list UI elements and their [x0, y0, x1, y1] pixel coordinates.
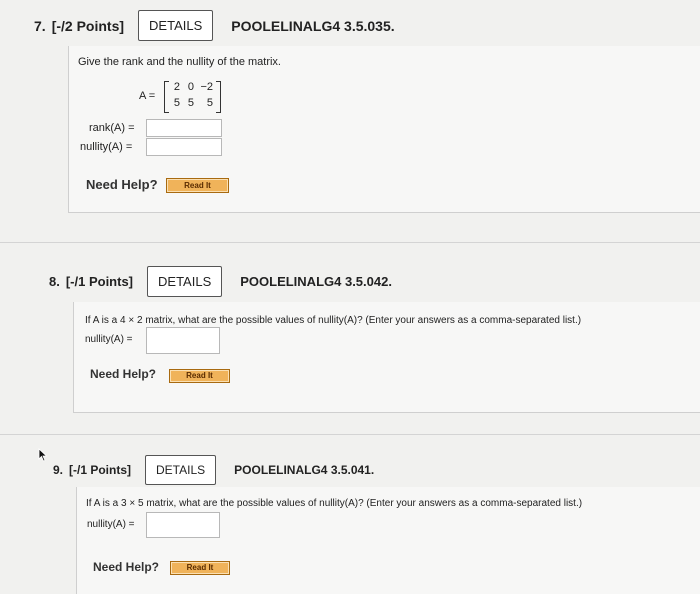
need-help-label: Need Help?: [90, 367, 157, 381]
mouse-cursor-icon: [38, 448, 48, 462]
matrix-right-bracket: [216, 81, 221, 113]
nullity-label: nullity(A) =: [85, 334, 133, 345]
matrix-cell: 5: [187, 97, 194, 109]
divider: [0, 434, 700, 435]
question-prompt: Give the rank and the nullity of the mat…: [78, 56, 281, 68]
question-prompt: If A is a 4 × 2 matrix, what are the pos…: [85, 315, 582, 326]
read-it-button[interactable]: Read It: [170, 561, 230, 575]
matrix-label: A =: [139, 90, 156, 102]
question-prompt: If A is a 3 × 5 matrix, what are the pos…: [86, 498, 583, 509]
matrix-cell: 5: [206, 97, 213, 109]
need-help-label: Need Help?: [86, 177, 158, 192]
question-code: POOLELINALG4 3.5.042.: [240, 274, 392, 289]
rank-input[interactable]: [146, 119, 222, 137]
read-it-button[interactable]: Read It: [166, 178, 229, 193]
need-help-label: Need Help?: [93, 560, 160, 574]
nullity-label: nullity(A) =: [80, 141, 133, 153]
question-points: [-/2 Points]: [51, 17, 125, 34]
question-code: POOLELINALG4 3.5.035.: [231, 17, 395, 34]
question-points: [-/1 Points]: [65, 274, 134, 289]
rank-label: rank(A) =: [89, 122, 135, 134]
nullity-label: nullity(A) =: [87, 519, 135, 530]
question-points: [-/1 Points]: [69, 463, 132, 477]
details-button[interactable]: DETAILS: [138, 10, 214, 41]
nullity-input[interactable]: [146, 327, 220, 354]
details-button[interactable]: DETAILS: [145, 455, 217, 485]
question-header: 7. [-/2 Points] DETAILS POOLELINALG4 3.5…: [34, 10, 395, 41]
divider: [0, 242, 700, 243]
question-code: POOLELINALG4 3.5.041.: [234, 463, 375, 477]
question-header: 9. [-/1 Points] DETAILS POOLELINALG4 3.5…: [53, 455, 374, 485]
nullity-input[interactable]: [146, 512, 220, 538]
question-header: 8. [-/1 Points] DETAILS POOLELINALG4 3.5…: [49, 266, 392, 297]
matrix-cell: 0: [187, 81, 194, 93]
nullity-input[interactable]: [146, 138, 222, 156]
question-number: 9.: [53, 463, 64, 477]
details-button[interactable]: DETAILS: [147, 266, 223, 297]
matrix-cell: −2: [200, 81, 213, 93]
question-number: 7.: [34, 17, 46, 34]
question-number: 8.: [49, 274, 60, 289]
read-it-button[interactable]: Read It: [169, 369, 230, 383]
